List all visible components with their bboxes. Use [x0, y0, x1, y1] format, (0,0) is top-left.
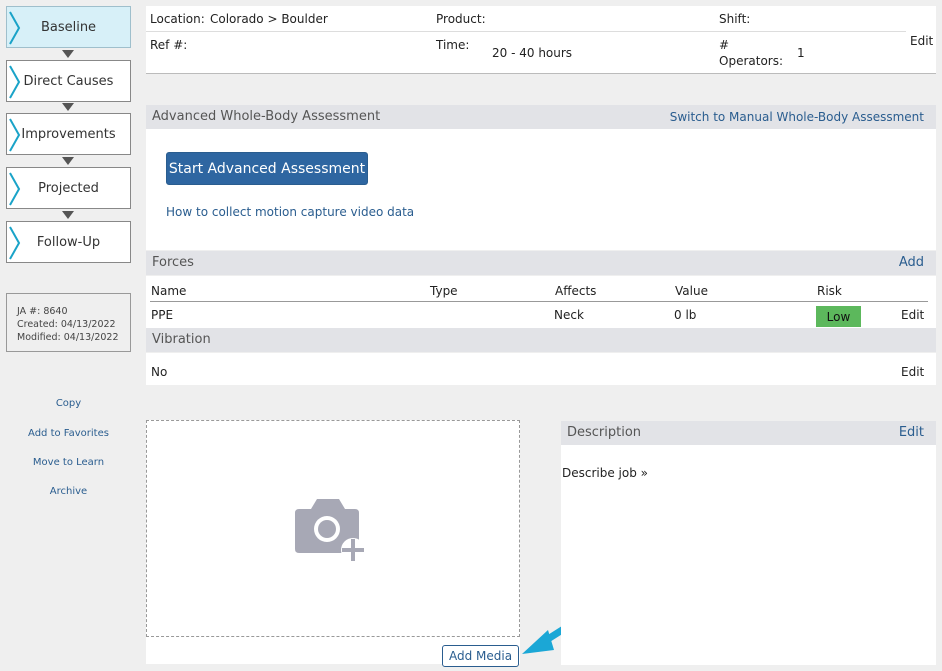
- operators-label: Operators:: [719, 54, 784, 68]
- start-advanced-assessment-button[interactable]: Start Advanced Assessment: [166, 152, 368, 185]
- step-follow-up[interactable]: Follow-Up: [6, 221, 131, 263]
- divider: [146, 31, 906, 32]
- step-baseline[interactable]: Baseline: [6, 6, 131, 48]
- risk-badge: Low: [816, 306, 861, 327]
- camera-add-icon: [295, 499, 365, 562]
- location-label: Location:: [150, 12, 205, 26]
- step-label: Projected: [38, 180, 99, 196]
- step-direct-causes[interactable]: Direct Causes: [6, 60, 131, 102]
- created-date: Created: 04/13/2022: [17, 319, 116, 330]
- force-value: 0 lb: [674, 308, 697, 322]
- description-edit-link[interactable]: Edit: [899, 421, 924, 445]
- forces-header: Forces Add: [146, 251, 936, 275]
- step-connector-arrow: [62, 211, 74, 219]
- assessment-header: Advanced Whole-Body Assessment Switch to…: [146, 105, 936, 129]
- col-risk: Risk: [817, 284, 842, 298]
- time-value: 20 - 40 hours: [492, 46, 573, 60]
- forces-table-header: Name Type Affects Value Risk: [146, 276, 936, 303]
- chevron-right-icon: [9, 11, 21, 45]
- forces-add-link[interactable]: Add: [899, 251, 924, 275]
- job-info-box: JA #: 8640 Created: 04/13/2022 Modified:…: [6, 293, 131, 352]
- add-media-button[interactable]: Add Media: [442, 645, 519, 667]
- step-label: Follow-Up: [36, 234, 101, 250]
- info-edit-link[interactable]: Edit: [910, 34, 933, 48]
- move-to-learn-link[interactable]: Move to Learn: [6, 457, 131, 468]
- job-info-header: Location: Colorado > Boulder Product: Sh…: [146, 6, 936, 74]
- description-header: Description Edit: [561, 421, 936, 445]
- copy-link[interactable]: Copy: [6, 398, 131, 409]
- forces-title: Forces: [152, 255, 194, 270]
- step-label: Baseline: [40, 19, 97, 35]
- vibration-body: No Edit: [146, 353, 936, 385]
- col-value: Value: [675, 284, 708, 298]
- step-label: Improvements: [21, 126, 116, 142]
- assessment-title: Advanced Whole-Body Assessment: [152, 109, 381, 124]
- operators-hash: #: [719, 38, 730, 52]
- table-row: PPE Neck 0 lb Low Edit: [146, 303, 936, 328]
- chevron-right-icon: [9, 65, 21, 99]
- table-header-divider: [150, 301, 928, 302]
- col-affects: Affects: [555, 284, 597, 298]
- step-connector-arrow: [62, 157, 74, 165]
- step-projected[interactable]: Projected: [6, 167, 131, 209]
- vibration-value: No: [151, 365, 168, 379]
- motion-capture-help-link[interactable]: How to collect motion capture video data: [166, 205, 414, 219]
- describe-job-link[interactable]: Describe job »: [562, 466, 648, 480]
- operators-value: 1: [797, 46, 805, 60]
- ja-number: JA #: 8640: [17, 306, 68, 317]
- assessment-body: Start Advanced Assessment How to collect…: [146, 129, 936, 250]
- vibration-header: Vibration: [146, 328, 936, 352]
- description-body: Describe job »: [561, 445, 936, 665]
- step-connector-arrow: [62, 50, 74, 58]
- chevron-right-icon: [9, 118, 21, 152]
- col-name: Name: [151, 284, 187, 298]
- vibration-edit-link[interactable]: Edit: [901, 365, 924, 379]
- force-edit-link[interactable]: Edit: [901, 308, 924, 322]
- step-label: Direct Causes: [23, 73, 114, 89]
- location-value: Colorado > Boulder: [210, 12, 328, 26]
- switch-manual-link[interactable]: Switch to Manual Whole-Body Assessment: [670, 105, 924, 129]
- product-label: Product:: [436, 12, 486, 26]
- add-to-favorites-link[interactable]: Add to Favorites: [6, 428, 131, 439]
- time-label: Time:: [436, 38, 470, 52]
- col-type: Type: [430, 284, 458, 298]
- step-connector-arrow: [62, 103, 74, 111]
- vibration-title: Vibration: [152, 332, 211, 347]
- step-improvements[interactable]: Improvements: [6, 113, 131, 155]
- media-dropzone[interactable]: [146, 420, 520, 637]
- chevron-right-icon: [9, 172, 21, 206]
- ref-label: Ref #:: [150, 38, 188, 52]
- chevron-right-icon: [9, 226, 21, 260]
- description-title: Description: [567, 425, 642, 440]
- force-name: PPE: [151, 308, 174, 322]
- force-affects: Neck: [554, 308, 584, 322]
- shift-label: Shift:: [719, 12, 751, 26]
- archive-link[interactable]: Archive: [6, 486, 131, 497]
- modified-date: Modified: 04/13/2022: [17, 332, 119, 343]
